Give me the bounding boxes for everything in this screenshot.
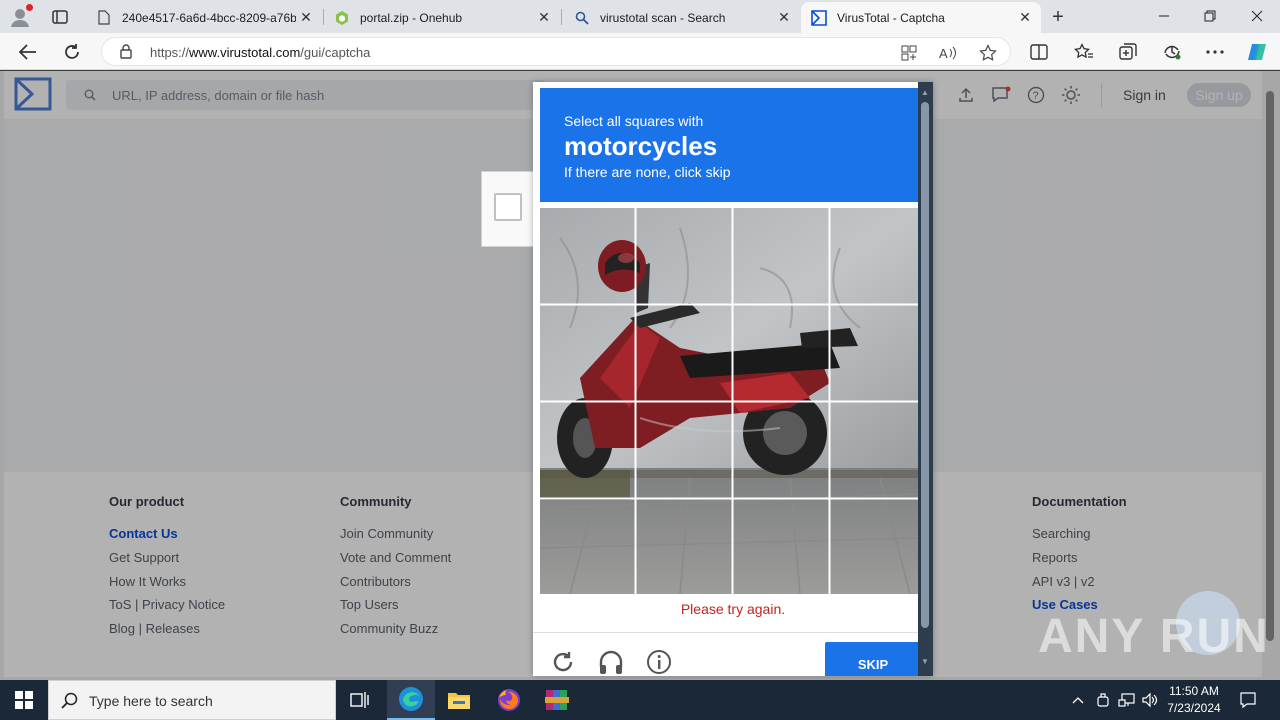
search-icon bbox=[574, 10, 590, 26]
read-aloud-icon[interactable]: A bbox=[938, 44, 958, 62]
close-window-icon[interactable] bbox=[1244, 4, 1270, 28]
close-icon[interactable]: ✕ bbox=[1015, 8, 1035, 28]
favorite-star-icon[interactable] bbox=[978, 44, 998, 62]
captcha-tile-10[interactable] bbox=[637, 402, 732, 497]
tab-2[interactable]: portal.zip - Onehub ✕ bbox=[324, 2, 560, 33]
captcha-checkbox[interactable] bbox=[494, 193, 522, 221]
captcha-tile-3[interactable] bbox=[734, 208, 829, 303]
tab-title: virustotal scan - Search bbox=[600, 10, 726, 25]
captcha-challenge: Select all squares with motorcycles If t… bbox=[533, 82, 933, 676]
captcha-tile-1[interactable] bbox=[540, 208, 635, 303]
device-status-icon[interactable] bbox=[1094, 680, 1112, 720]
captcha-prompt: Select all squares with bbox=[564, 113, 704, 129]
skip-button[interactable]: SKIP bbox=[825, 642, 921, 676]
back-icon[interactable] bbox=[15, 39, 41, 65]
tab-actions-icon[interactable] bbox=[50, 7, 70, 27]
taskbar-search-placeholder: Type here to search bbox=[89, 693, 213, 709]
virustotal-icon bbox=[811, 9, 827, 26]
reload-icon[interactable] bbox=[549, 648, 577, 676]
apps-icon[interactable] bbox=[899, 44, 919, 62]
captcha-prompt-header: Select all squares with motorcycles If t… bbox=[540, 88, 918, 202]
notification-dot bbox=[26, 4, 33, 11]
url-text: https://www.virustotal.com/gui/captcha bbox=[150, 45, 370, 60]
captcha-tile-4[interactable] bbox=[831, 208, 926, 303]
captcha-tile-2[interactable] bbox=[637, 208, 732, 303]
file-explorer-icon[interactable] bbox=[435, 680, 483, 720]
captcha-target: motorcycles bbox=[564, 131, 718, 161]
volume-icon[interactable] bbox=[1140, 680, 1160, 720]
collections-icon[interactable] bbox=[1116, 40, 1140, 64]
onehub-icon bbox=[334, 10, 350, 26]
captcha-tile-5[interactable] bbox=[540, 305, 635, 400]
clock-date: 7/23/2024 bbox=[1167, 701, 1221, 715]
search-icon bbox=[61, 692, 79, 715]
close-icon[interactable]: ✕ bbox=[534, 8, 554, 28]
tab-title: VirusTotal - Captcha bbox=[837, 10, 945, 25]
page-viewport: URL, IP address, domain or file hash ? S… bbox=[0, 71, 1280, 680]
show-hidden-icons-icon[interactable] bbox=[1070, 680, 1086, 720]
scroll-up-arrow-icon[interactable]: ▲ bbox=[921, 88, 929, 97]
browser-toolbar: https://www.virustotal.com/gui/captcha A bbox=[0, 33, 1280, 70]
favorites-icon[interactable] bbox=[1072, 40, 1096, 64]
captcha-tile-16[interactable] bbox=[831, 499, 926, 594]
more-options-icon[interactable] bbox=[1203, 40, 1227, 64]
minimize-icon[interactable] bbox=[1151, 4, 1177, 28]
taskbar-search[interactable]: Type here to search bbox=[48, 680, 336, 720]
tab-separator bbox=[561, 9, 562, 25]
captcha-checkbox-card bbox=[481, 171, 537, 247]
captcha-error-message: Please try again. bbox=[680, 601, 786, 617]
captcha-hint: If there are none, click skip bbox=[564, 164, 731, 180]
tab-3[interactable]: virustotal scan - Search ✕ bbox=[564, 2, 800, 33]
system-clock[interactable]: 11:50 AM 7/23/2024 bbox=[1160, 683, 1228, 717]
refresh-icon[interactable] bbox=[59, 39, 85, 65]
browser-tab-bar: 240e4517-6a6d-4bcc-8209-a76bb ✕ portal.z… bbox=[0, 0, 1280, 33]
captcha-tile-9[interactable] bbox=[540, 402, 635, 497]
edge-taskbar-icon[interactable] bbox=[387, 680, 435, 720]
tab-4-active[interactable]: VirusTotal - Captcha ✕ bbox=[801, 2, 1041, 33]
close-icon[interactable]: ✕ bbox=[774, 8, 794, 28]
audio-headphones-icon[interactable] bbox=[597, 648, 625, 676]
profile-avatar[interactable] bbox=[8, 4, 33, 29]
winrar-icon[interactable] bbox=[533, 680, 581, 720]
address-bar[interactable]: https://www.virustotal.com/gui/captcha A bbox=[101, 37, 1011, 66]
tab-title: 240e4517-6a6d-4bcc-8209-a76bb bbox=[122, 10, 296, 25]
captcha-tile-11[interactable] bbox=[734, 402, 829, 497]
task-view-icon[interactable] bbox=[336, 680, 384, 720]
captcha-tile-6[interactable] bbox=[637, 305, 732, 400]
url-prefix: https:// bbox=[150, 45, 190, 60]
captcha-tile-12[interactable] bbox=[831, 402, 926, 497]
split-screen-icon[interactable] bbox=[1027, 40, 1051, 64]
new-tab-button[interactable]: + bbox=[1047, 6, 1069, 28]
copilot-icon[interactable] bbox=[1245, 40, 1269, 64]
windows-start-icon[interactable] bbox=[0, 680, 48, 720]
anyrun-watermark: ANY RUN bbox=[1038, 610, 1270, 663]
url-domain: www.virustotal.com bbox=[189, 45, 301, 60]
tab-1[interactable]: 240e4517-6a6d-4bcc-8209-a76bb ✕ bbox=[86, 2, 322, 33]
clock-time: 11:50 AM bbox=[1169, 684, 1219, 698]
notification-center-icon[interactable] bbox=[1236, 680, 1260, 720]
captcha-tile-14[interactable] bbox=[637, 499, 732, 594]
close-icon[interactable]: ✕ bbox=[296, 8, 316, 28]
url-path: /gui/captcha bbox=[300, 45, 371, 60]
info-icon[interactable] bbox=[645, 648, 673, 676]
captcha-tile-15[interactable] bbox=[734, 499, 829, 594]
captcha-image-grid bbox=[540, 208, 918, 594]
captcha-scrollbar-thumb[interactable] bbox=[921, 102, 929, 628]
browser-essentials-icon[interactable] bbox=[1160, 40, 1184, 64]
restore-icon[interactable] bbox=[1197, 4, 1223, 28]
network-icon[interactable] bbox=[1117, 680, 1137, 720]
captcha-tile-13[interactable] bbox=[540, 499, 635, 594]
scroll-down-arrow-icon[interactable]: ▼ bbox=[921, 657, 929, 666]
document-icon bbox=[96, 10, 112, 26]
captcha-scrollbar[interactable]: ▲ ▼ bbox=[918, 82, 933, 676]
captcha-tile-7[interactable] bbox=[734, 305, 829, 400]
tab-title: portal.zip - Onehub bbox=[360, 10, 463, 25]
lock-icon[interactable] bbox=[120, 44, 132, 64]
captcha-divider bbox=[533, 632, 918, 633]
svg-text:A: A bbox=[939, 46, 948, 61]
firefox-icon[interactable] bbox=[485, 680, 533, 720]
windows-taskbar: Type here to search 11:50 AM 7/23/2024 bbox=[0, 680, 1280, 720]
captcha-tile-8[interactable] bbox=[831, 305, 926, 400]
